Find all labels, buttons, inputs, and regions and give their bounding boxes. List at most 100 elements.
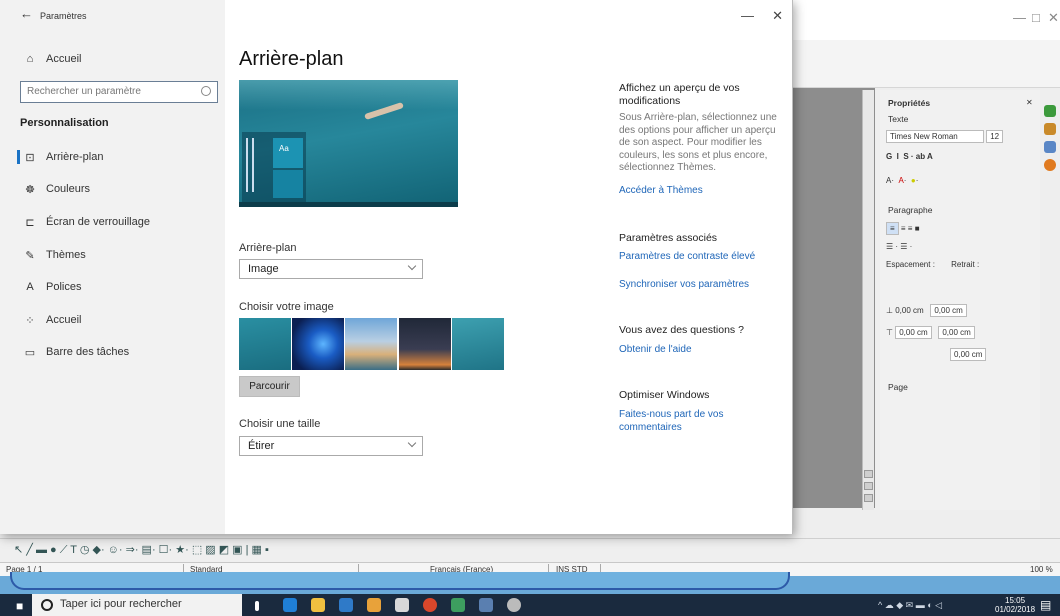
- nav-item-label: Accueil: [46, 314, 82, 326]
- system-tray[interactable]: ^ ☁ ◆ ✉ ▬ ◐ ◁: [878, 600, 942, 611]
- nav-item-fonts[interactable]: A Polices: [22, 278, 81, 296]
- navigator-deck-icon[interactable]: [1044, 159, 1056, 171]
- get-help-link[interactable]: Obtenir de l'aide: [619, 343, 692, 356]
- nav-item-label: Écran de verrouillage: [46, 216, 150, 228]
- lo-close-button[interactable]: ✕: [1048, 10, 1059, 26]
- sidebar-section-page[interactable]: Page: [888, 382, 908, 392]
- image-thumbnail-night-sky[interactable]: [399, 318, 451, 370]
- sidebar-close-icon[interactable]: ✕: [1026, 98, 1033, 114]
- nav-item-label: Thèmes: [46, 249, 86, 261]
- image-thumbnail-underwater[interactable]: [239, 318, 291, 370]
- scroll-step-icon[interactable]: [864, 470, 873, 478]
- mail-icon[interactable]: [395, 598, 409, 612]
- nav-item-taskbar[interactable]: ▭ Barre des tâches: [22, 343, 129, 361]
- taskbar-icon: ▭: [24, 346, 36, 359]
- close-button[interactable]: ✕: [772, 8, 783, 23]
- calc-icon[interactable]: [451, 598, 465, 612]
- lo-drawing-toolbar[interactable]: ↖ ╱ ▬ ● ⟋ T ◷ ◆· ☺· ⇒· ▤· ☐· ★· ⬚ ▨ ◩ ▣ …: [0, 538, 1060, 562]
- lo-maximize-button[interactable]: □: [1032, 10, 1040, 25]
- lo-blue-strip: [0, 572, 1060, 594]
- nav-item-themes[interactable]: ✎ Thèmes: [22, 246, 86, 264]
- sidebar-section-text[interactable]: Texte: [888, 114, 908, 124]
- libreoffice-titlebar: — □ ✕: [790, 0, 1060, 40]
- nav-category-heading: Personnalisation: [20, 117, 109, 129]
- nav-selection-indicator: [17, 150, 20, 164]
- file-explorer-icon[interactable]: [311, 598, 325, 612]
- format-row: G I S · ab A: [886, 152, 933, 161]
- nav-item-label: Couleurs: [46, 183, 91, 195]
- nav-item-background[interactable]: ⊡ Arrière-plan: [22, 148, 103, 166]
- nav-item-colors[interactable]: ☸ Couleurs: [22, 180, 90, 198]
- properties-deck-icon[interactable]: [1044, 105, 1056, 117]
- picture-icon: ⊡: [25, 151, 35, 164]
- window-controls: — ✕: [741, 8, 783, 24]
- scroll-step-icon[interactable]: [864, 494, 873, 502]
- sync-settings-link[interactable]: Synchroniser vos paramètres: [619, 278, 749, 291]
- themes-link[interactable]: Accéder à Thèmes: [619, 184, 703, 197]
- questions-heading: Vous avez des questions ?: [619, 324, 744, 336]
- feedback-link[interactable]: Faites-nous part de vos commentaires: [619, 408, 739, 434]
- start-icon: ⁘: [25, 314, 35, 327]
- clock-date: 01/02/2018: [995, 605, 1036, 614]
- preview-heading: Affichez un aperçu de vos modifications: [619, 82, 740, 107]
- fit-select[interactable]: Étirer: [239, 436, 423, 456]
- background-type-select[interactable]: Image: [239, 259, 423, 279]
- lo-vertical-scrollbar[interactable]: [862, 90, 874, 510]
- sidebar-title: Propriétés: [888, 98, 931, 108]
- windows-taskbar: ■ Taper ici pour rechercher ^ ☁ ◆ ✉ ▬ ◐ …: [0, 594, 1060, 616]
- edge-icon[interactable]: [283, 598, 297, 612]
- nav-item-lockscreen[interactable]: ⊏ Écran de verrouillage: [22, 213, 150, 231]
- image-thumbnail-windows[interactable]: [292, 318, 344, 370]
- settings-search-input[interactable]: Rechercher un paramètre: [20, 81, 218, 103]
- indent-before-value[interactable]: 0,00 cm: [930, 304, 967, 317]
- store-icon[interactable]: [339, 598, 353, 612]
- taskbar-search-placeholder: Taper ici pour rechercher: [60, 598, 182, 610]
- styles-deck-icon[interactable]: [1044, 123, 1056, 135]
- spacing-below-value[interactable]: 0,00 cm: [895, 326, 932, 339]
- gallery-deck-icon[interactable]: [1044, 141, 1056, 153]
- lo-minimize-button[interactable]: —: [1013, 10, 1026, 25]
- status-zoom[interactable]: 100 %: [1030, 565, 1053, 574]
- search-icon: [201, 86, 211, 96]
- taskbar-clock[interactable]: 15:05 01/02/2018: [995, 596, 1035, 614]
- nav-item-start[interactable]: ⁘ Accueil: [22, 311, 81, 329]
- align-center-icon[interactable]: ≡ ≡ ■: [901, 224, 920, 233]
- high-contrast-link[interactable]: Paramètres de contraste élevé: [619, 250, 755, 263]
- font-name-box[interactable]: Times New Roman 12: [886, 130, 1004, 146]
- font-name-value[interactable]: Times New Roman: [886, 130, 984, 143]
- chevron-down-icon: [407, 261, 417, 271]
- firefox-icon[interactable]: [367, 598, 381, 612]
- font-size-value[interactable]: 12: [986, 130, 1004, 143]
- sidebar-section-paragraph[interactable]: Paragraphe: [888, 205, 932, 215]
- settings-gear-icon[interactable]: [507, 598, 521, 612]
- indent-label: Retrait :: [951, 260, 980, 269]
- chrome-icon[interactable]: [423, 598, 437, 612]
- back-arrow-icon[interactable]: ←: [20, 6, 33, 21]
- spacing-above-row: ⊥ 0,00 cm 0,00 cm: [886, 304, 967, 320]
- align-left-icon[interactable]: ≡: [886, 222, 899, 235]
- fit-label: Choisir une taille: [239, 418, 321, 430]
- indent-first-value[interactable]: 0,00 cm: [950, 348, 987, 361]
- highlight-row: A· A· ●·: [886, 176, 919, 185]
- indent-after-value[interactable]: 0,00 cm: [938, 326, 975, 339]
- image-thumbnail-swimmer[interactable]: [452, 318, 504, 370]
- cortana-ring-icon: [41, 599, 53, 611]
- nav-item-label: Arrière-plan: [46, 151, 104, 163]
- taskbar-search-box[interactable]: Taper ici pour rechercher: [32, 594, 242, 616]
- browse-button[interactable]: Parcourir: [239, 376, 300, 397]
- image-thumbnail-beach[interactable]: [345, 318, 397, 370]
- sidebar-deck-tabs: [1040, 100, 1060, 220]
- nav-home[interactable]: ⌂ Accueil: [22, 50, 82, 68]
- task-view-icon[interactable]: [255, 601, 259, 611]
- settings-app-title: Paramètres: [40, 11, 87, 21]
- spacing-above-value[interactable]: 0,00 cm: [895, 306, 923, 315]
- chevron-down-icon: [407, 438, 417, 448]
- indent-first-row: 0,00 cm: [950, 348, 987, 364]
- related-settings-heading: Paramètres associés: [619, 232, 718, 244]
- scroll-step-icon[interactable]: [864, 482, 873, 490]
- writer-icon[interactable]: [479, 598, 493, 612]
- start-button[interactable]: ■: [16, 599, 23, 613]
- notification-center-icon[interactable]: ▤: [1040, 598, 1051, 612]
- minimize-button[interactable]: —: [741, 8, 754, 23]
- page-title: Arrière-plan: [239, 48, 344, 70]
